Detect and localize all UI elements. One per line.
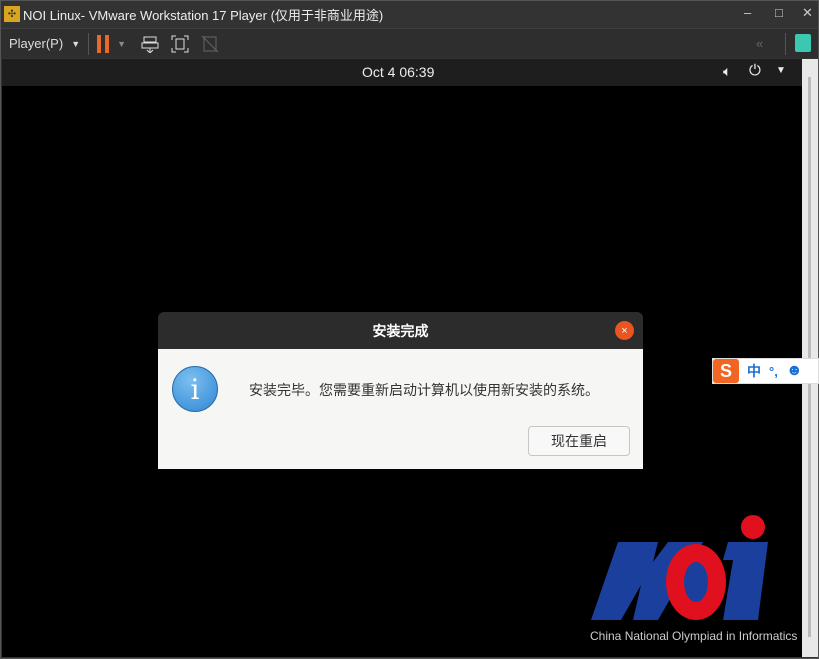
ime-punct-toggle[interactable]: °,: [769, 364, 778, 379]
install-complete-dialog: 安装完成 × i 安装完毕。您需要重新启动计算机以使用新安装的系统。 现在重启: [158, 312, 643, 469]
network-devices-icon: [141, 35, 159, 53]
player-menu-label: Player(P): [9, 36, 63, 51]
chevron-down-icon: ▼: [71, 39, 80, 49]
dialog-title: 安装完成: [373, 321, 429, 341]
noi-logo-graphic: [588, 512, 788, 647]
volume-icon[interactable]: 🔈︎: [723, 63, 731, 80]
system-menu-chevron-icon[interactable]: ▼: [776, 65, 786, 76]
pause-dropdown-icon[interactable]: ▼: [117, 39, 126, 49]
pause-icon: [97, 35, 109, 53]
fullscreen-icon: [171, 35, 189, 53]
scrollbar-thumb[interactable]: [808, 77, 811, 637]
unity-icon: [201, 35, 219, 53]
sogou-logo-icon[interactable]: S: [713, 359, 739, 383]
emoji-icon[interactable]: ☻: [786, 362, 803, 380]
pause-button[interactable]: [97, 32, 109, 56]
restart-now-button[interactable]: 现在重启: [528, 426, 630, 456]
ime-toolbar[interactable]: S 中 °, ☻: [712, 358, 819, 384]
dialog-header: 安装完成 ×: [158, 312, 643, 349]
vmware-app-icon: ✣: [4, 6, 20, 22]
send-ctrl-alt-del-button[interactable]: [140, 32, 160, 56]
info-icon: i: [172, 366, 218, 412]
dialog-close-button[interactable]: ×: [615, 321, 634, 340]
window-title: NOI Linux- VMware Workstation 17 Player …: [23, 5, 383, 24]
clock[interactable]: Oct 4 06:39: [362, 64, 434, 80]
player-menu[interactable]: Player(P) ▼: [9, 32, 80, 56]
ime-mode-toggle[interactable]: 中: [747, 361, 761, 381]
divider: [88, 33, 89, 55]
title-bar: ✣ NOI Linux- VMware Workstation 17 Playe…: [1, 1, 818, 27]
dialog-message: 安装完毕。您需要重新启动计算机以使用新安装的系统。: [249, 380, 599, 400]
dialog-body: i 安装完毕。您需要重新启动计算机以使用新安装的系统。 现在重启: [158, 349, 643, 469]
gnome-top-bar: Oct 4 06:39 🔈︎ ⏻ ▼: [2, 59, 802, 86]
maximize-button[interactable]: □: [775, 5, 783, 20]
toolbar: Player(P) ▼ ▼ «: [1, 28, 818, 58]
notes-icon[interactable]: [795, 34, 811, 52]
unity-button[interactable]: [200, 32, 220, 56]
fullscreen-button[interactable]: [170, 32, 190, 56]
minimize-button[interactable]: –: [744, 5, 751, 20]
noi-logo: China National Olympiad in Informatics: [588, 512, 788, 647]
back-button[interactable]: «: [756, 36, 763, 51]
noi-tagline: China National Olympiad in Informatics: [590, 629, 797, 643]
divider: [785, 33, 786, 55]
close-window-button[interactable]: ✕: [802, 5, 813, 21]
power-icon[interactable]: ⏻: [749, 62, 761, 79]
